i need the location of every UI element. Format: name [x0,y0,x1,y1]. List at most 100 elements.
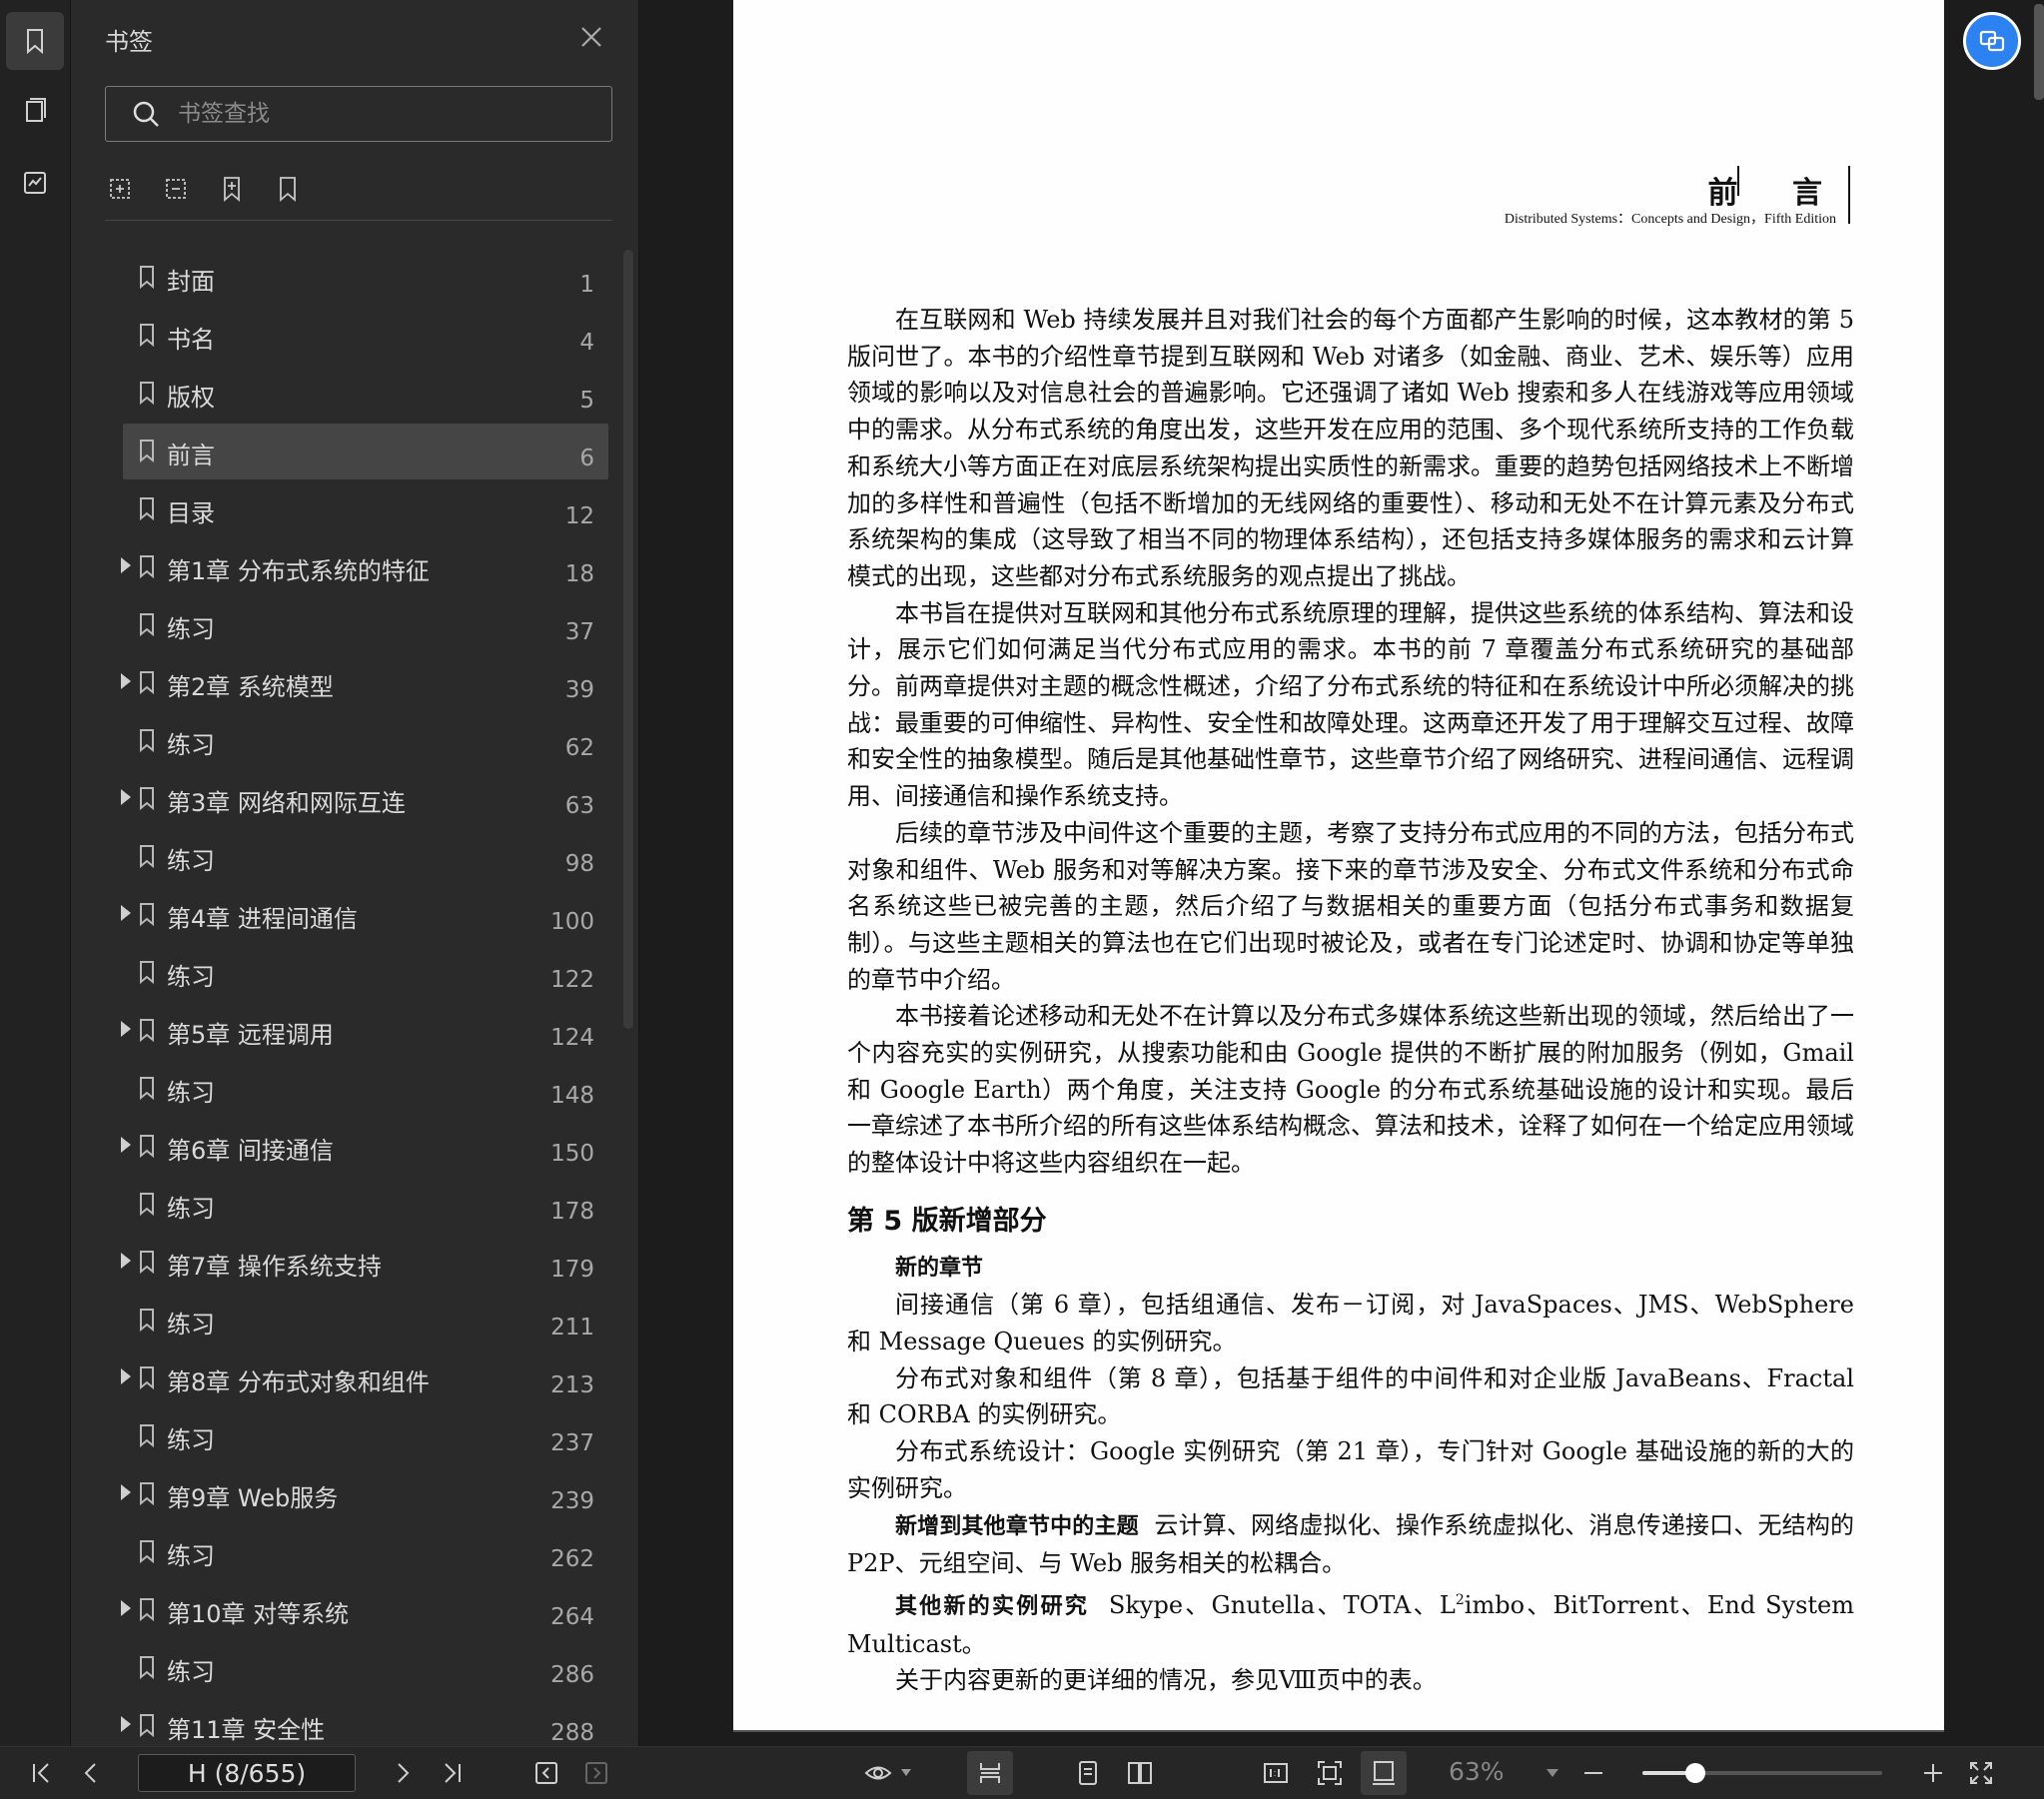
expand-arrow-icon[interactable] [121,1716,131,1732]
bookmark-item[interactable]: 第5章 远程调用 124 [121,1003,608,1059]
zoom-level[interactable]: 63% [1449,1757,1505,1786]
bookmark-item[interactable]: 第3章 网络和网际互连 63 [121,771,608,827]
bookmark-item[interactable]: 第10章 对等系统 264 [121,1582,608,1638]
bookmark-item[interactable]: 练习 286 [123,1640,608,1696]
bookmark-item-icon [139,265,155,290]
bookmark-item[interactable]: 练习 98 [123,829,608,885]
expand-arrow-icon[interactable] [121,1368,131,1384]
bookmark-item-icon [139,496,155,521]
annotation-panel-icon[interactable] [6,154,64,212]
bookmark-item[interactable]: 版权 5 [123,366,608,422]
fit-page-icon[interactable] [1313,1756,1347,1790]
continuous-scroll-icon[interactable] [967,1751,1013,1795]
next-page-icon[interactable] [386,1756,420,1790]
bookmark-item[interactable]: 前言 6 [123,424,608,479]
eye-icon[interactable] [861,1756,895,1790]
bookmark-item-icon [139,670,155,695]
bookmark-page-number: 12 [564,503,594,529]
bookmark-list-scrollbar[interactable] [623,250,633,1029]
bookmark-item-icon [139,786,155,811]
document-scrollbar[interactable] [2034,4,2044,100]
expand-arrow-icon[interactable] [121,1253,131,1269]
actual-size-icon[interactable] [1259,1756,1293,1790]
bookmark-item[interactable]: 第6章 间接通信 150 [121,1119,608,1175]
bookmark-item[interactable]: 练习 62 [123,713,608,769]
zoom-in-icon[interactable] [1916,1756,1950,1790]
fullscreen-icon[interactable] [1964,1756,1998,1790]
bookmark-search[interactable] [105,86,612,142]
paragraph: 本书旨在提供对互联网和其他分布式系统原理的理解，提供这些系统的体系结构、算法和设… [847,598,1854,811]
bookmark-label: 第11章 安全性 [167,1716,326,1744]
bookmark-item[interactable]: 目录 12 [123,481,608,537]
zoom-slider[interactable] [1642,1763,1882,1783]
bookmark-page-number: 124 [550,1025,594,1051]
expand-arrow-icon[interactable] [121,1600,131,1616]
bookmark-item[interactable]: 练习 178 [123,1177,608,1233]
bookmark-item[interactable]: 第4章 进程间通信 100 [121,887,608,943]
single-page-icon[interactable] [1071,1756,1105,1790]
bookmark-page-number: 264 [550,1604,594,1630]
back-icon[interactable] [529,1756,563,1790]
expand-arrow-icon[interactable] [121,1484,131,1500]
bookmark-label: 第3章 网络和网际互连 [167,789,406,817]
bookmark-item[interactable]: 第9章 Web服务 239 [121,1466,608,1522]
thumbnail-panel-icon[interactable] [6,82,64,140]
forward-icon[interactable] [579,1756,613,1790]
fit-width-icon[interactable] [1361,1751,1407,1795]
bookmark-page-number: 5 [579,388,594,414]
bookmark-item[interactable]: 第7章 操作系统支持 179 [121,1235,608,1291]
bookmark-page-number: 239 [550,1488,594,1514]
bookmark-item-icon [139,1539,155,1564]
bookmark-label: 第6章 间接通信 [167,1137,334,1165]
bookmark-search-input[interactable] [176,100,579,128]
bookmark-item[interactable]: 封面 1 [123,250,608,306]
expand-arrow-icon[interactable] [121,673,131,689]
zoom-dropdown-caret[interactable] [1546,1769,1558,1777]
bookmark-label: 第2章 系统模型 [167,673,334,701]
bookmark-panel-icon[interactable] [6,12,64,70]
zoom-slider-knob[interactable] [1684,1763,1705,1783]
first-page-icon[interactable] [24,1756,58,1790]
page-body: 在互联网和 Web 持续发展并且对我们社会的每个方面都产生影响的时候，这本教材的… [847,302,1854,1699]
bookmark-item[interactable]: 第8章 分布式对象和组件 213 [121,1350,608,1406]
expand-all-icon[interactable] [105,174,139,208]
bookmark-item-icon [139,1018,155,1043]
add-bookmark-icon[interactable] [217,174,251,208]
bookmark-item[interactable]: 第2章 系统模型 39 [121,655,608,711]
expand-arrow-icon[interactable] [121,789,131,805]
bookmark-page-number: 179 [550,1257,594,1283]
bookmark-item[interactable]: 书名 4 [123,308,608,364]
double-page-icon[interactable] [1123,1756,1157,1790]
bookmark-page-number: 211 [550,1315,594,1341]
document-page: 前 言 Distributed Systems：Concepts and Des… [733,0,1944,1730]
bookmark-item-icon [139,1134,155,1159]
close-icon[interactable] [576,22,606,52]
page-number-input[interactable]: H (8/655) [138,1754,356,1792]
bookmark-item[interactable]: 练习 122 [123,945,608,1001]
eye-dropdown-caret[interactable] [901,1769,911,1776]
translate-float-button[interactable] [1963,12,2021,70]
collapse-all-icon[interactable] [161,174,195,208]
bookmark-item-icon [139,612,155,637]
bookmark-item[interactable]: 练习 211 [123,1293,608,1349]
expand-arrow-icon[interactable] [121,557,131,573]
expand-arrow-icon[interactable] [121,1137,131,1153]
expand-arrow-icon[interactable] [121,905,131,921]
last-page-icon[interactable] [436,1756,470,1790]
bookmark-label: 练习 [167,1311,215,1339]
bookmark-item[interactable]: 第1章 分布式系统的特征 18 [121,539,608,595]
header-rule [1848,166,1850,224]
bookmark-item[interactable]: 练习 37 [123,597,608,653]
bookmark-item[interactable]: 练习 148 [123,1061,608,1117]
zoom-out-icon[interactable] [1576,1756,1610,1790]
bookmark-item[interactable]: 练习 237 [123,1408,608,1464]
bookmark-item[interactable]: 练习 262 [123,1524,608,1580]
bookmark-item-icon [139,1192,155,1217]
bookmark-page-number: 288 [550,1720,594,1746]
prev-page-icon[interactable] [74,1756,108,1790]
bookmark-icon[interactable] [273,174,307,208]
expand-arrow-icon[interactable] [121,1021,131,1037]
page-separator [733,1730,1944,1732]
bookmark-item[interactable]: 第11章 安全性 288 [121,1698,608,1746]
bookmark-label: 版权 [167,384,215,412]
